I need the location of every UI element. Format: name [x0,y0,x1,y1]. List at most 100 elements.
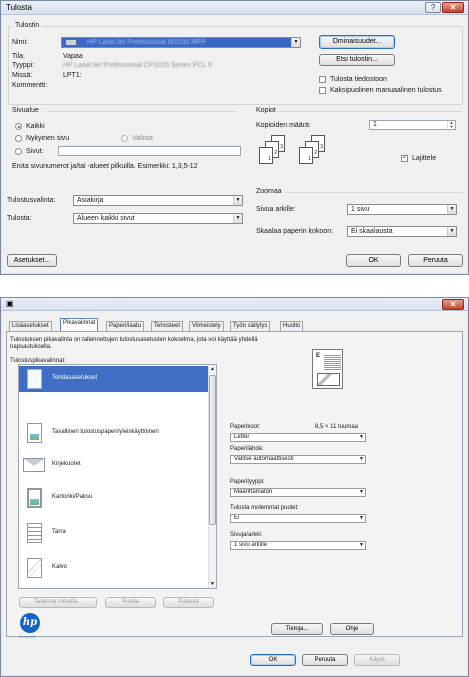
scale-select[interactable]: Ei skaalausta ▼ [347,226,457,237]
tab-viimeistely[interactable]: Viimeistely [189,321,224,331]
page-preview-icon: E [312,349,343,389]
ok-button[interactable]: OK [346,254,401,267]
current-page-radio[interactable] [15,135,22,142]
list-scrollbar-thumb[interactable] [209,375,216,525]
paper-source-value: Valitse automaattisesti [234,456,294,462]
print-to-file-label: Tulosta tiedostoon [330,76,387,83]
apply-button[interactable]: Käytä [354,654,400,666]
printer-status-value: Vapaa [63,53,83,60]
help-button[interactable]: Ohje [330,623,374,635]
copies-group-label: Kopiot [256,107,276,114]
printer-type-value: HP LaserJet Professional CP1025 Series P… [63,62,213,69]
scroll-down-icon: ▼ [210,581,215,587]
find-printer-button[interactable]: Etsi tulostin... [319,54,395,66]
cancel-button[interactable]: Peruuta [302,654,348,666]
list-scrollbar[interactable]: ▲ ▼ [208,365,216,588]
printer-group-label: Tulostin [13,22,42,29]
pages-input[interactable] [58,146,241,156]
list-item[interactable]: Kartonki/Paksu [19,485,216,511]
list-item[interactable]: Kirjekuoret [19,452,216,478]
tab-tehosteet[interactable]: Tehosteet [151,321,184,331]
spin-arrows-icon[interactable]: ▲ ▼ [447,121,455,129]
collate-page-stack-2: 3 2 1 [299,135,333,173]
printer-name-label: Nimi: [12,39,28,46]
paper-source-select[interactable]: Valitse automaattisesti ▼ [230,455,366,464]
printer-name-select[interactable]: HP LaserJet Professional M1530 MFP ▼ [61,37,301,48]
envelope-icon [23,458,45,472]
chevron-down-icon: ▼ [359,542,364,548]
icon-image [30,434,39,440]
paper-type-value: Määrittämätön [234,489,273,495]
collate-label: Lajittele [412,155,437,162]
printer-icon [65,38,77,46]
close-icon[interactable]: ✕ [442,2,464,13]
manual-duplex-checkbox[interactable] [319,87,326,94]
collate-checkbox[interactable] [401,153,408,162]
pages-radio[interactable] [15,148,22,155]
print-dialog-title: Tulosta [6,3,32,12]
tab-tyon-sailytys[interactable]: Työn säilytys [230,321,271,331]
hp-logo: hp [20,613,40,633]
cancel-button[interactable]: Peruuta [408,254,463,267]
chevron-down-icon: ▼ [359,515,364,521]
paper-size-dimensions: 8,5 × 11 tuumaa [315,424,359,430]
all-pages-radio[interactable] [15,123,22,130]
delete-button[interactable]: Poista [105,597,156,608]
tab-lisaasetukset[interactable]: Lisäasetukset [9,321,52,331]
chevron-down-icon: ▼ [359,489,364,495]
tab-paperi-laatu[interactable]: Paperi/laatu [106,321,145,331]
scale-label: Skaalaa paperin kokoon: [256,228,334,235]
pages-per-sheet-value: 1 sivu [351,206,370,213]
print-what-label: Tulostusvalinta: [7,197,56,204]
manual-duplex-label: Kaksipuolinen manuaalinen tulostus [330,87,442,94]
print-value: Alueen kaikki sivut [77,215,135,222]
print-select[interactable]: Alueen kaikki sivut ▼ [73,213,243,224]
current-page-label: Nykyinen sivu [26,135,70,142]
scroll-up-icon: ▲ [210,366,215,372]
copies-count-input[interactable]: 1 ▲ ▼ [369,120,456,130]
shortcut-label: Kalvo [52,564,68,570]
chevron-down-icon: ▼ [447,227,456,236]
page-range-label: Sivualue [12,107,39,114]
chevron-down-icon: ▼ [233,196,242,205]
properties-button[interactable]: Ominaisuudet... [319,35,395,49]
print-both-sides-label: Tulosta molemmat puolet: [230,505,299,511]
printer-type-label: Tyyppi: [12,62,35,69]
shortcuts-list[interactable]: Tehdasasetukset Tavallinen tulostuspaper… [18,364,217,589]
chevron-down-icon: ▼ [233,214,242,223]
pages-per-sheet-label: Sivuja/arkki: [230,532,263,538]
print-to-file-checkbox[interactable] [319,76,326,83]
options-button[interactable]: Asetukset... [7,254,57,267]
pages-per-sheet-select[interactable]: 1 sivu arkille ▼ [230,541,366,550]
list-item[interactable]: Tarra [19,520,216,546]
page-range-divider [46,111,236,112]
selection-radio[interactable] [121,135,128,142]
pages-per-sheet-select[interactable]: 1 sivu ▼ [347,204,457,215]
shortcut-label: Kartonki/Paksu [52,494,93,500]
tab-huolto[interactable]: Huolto [280,321,304,331]
print-both-sides-select[interactable]: Ei ▼ [230,514,366,523]
paper-type-select[interactable]: Määrittämätön ▼ [230,488,366,497]
list-item[interactable]: Tavallinen tulostuspaperi/yleiskäyttöine… [19,420,216,446]
print-what-select[interactable]: Asiakirja ▼ [73,195,243,206]
collate-page: 1 [299,147,313,164]
shortcut-label: Tavallinen tulostuspaperi/yleiskäyttöine… [52,429,159,435]
chevron-down-icon: ▼ [447,205,456,214]
close-icon[interactable]: ✕ [442,299,464,310]
print-both-sides-value: Ei [234,515,240,521]
shortcut-label: Tarra [52,529,66,535]
restore-button[interactable]: Palauta [163,597,214,608]
help-icon[interactable]: ? [425,2,441,13]
tab-pikavalinnat[interactable]: Pikavalinnat [60,318,99,331]
hp-logo-tagline: i n v e n t [19,634,36,639]
paper-size-select[interactable]: Letter ▼ [230,433,366,442]
about-button[interactable]: Tietoja... [271,623,323,635]
list-item[interactable]: Tehdasasetukset [19,366,216,392]
list-item[interactable]: Kalvo [19,555,216,581]
collate-page-stack-1: 3 2 1 [259,135,293,173]
envelope-flap [24,459,44,466]
save-as-button[interactable]: Tallenna nimellä... [19,597,97,608]
default-page-icon [27,369,42,389]
ok-button[interactable]: OK [250,654,296,666]
paper-source-label: Paperilähde: [230,446,264,452]
